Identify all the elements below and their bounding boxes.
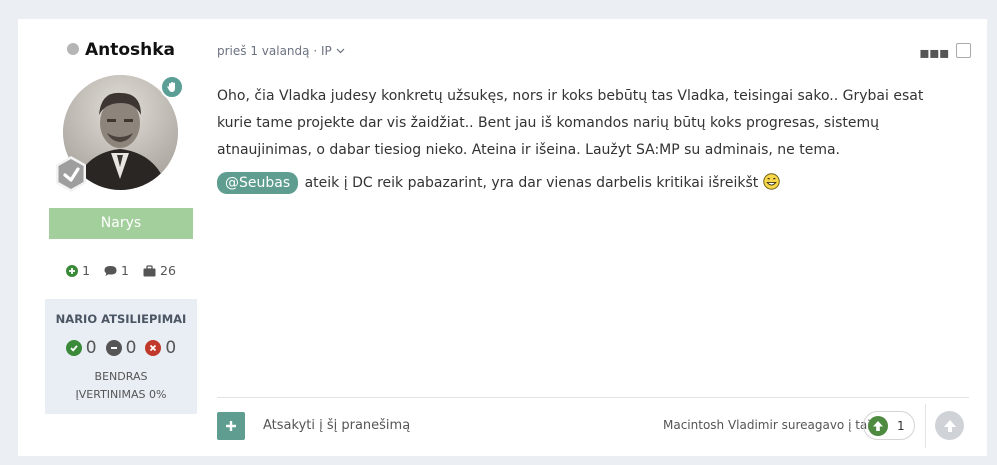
hand-icon: [160, 75, 184, 99]
comments-count: 1: [121, 263, 129, 278]
briefcase-icon: [143, 264, 156, 276]
author-name[interactable]: Antoshka: [85, 40, 175, 60]
member-feedback-panel: NARIO ATSILIEPIMAI 0 0 0 BENDRAS ĮVERTIN…: [45, 299, 197, 414]
content-divider: [217, 397, 969, 398]
overall-rating-line1: BENDRAS: [94, 370, 148, 383]
check-circle-icon: [65, 340, 82, 356]
quick-reply-button[interactable]: [217, 412, 245, 440]
plus-icon: [226, 421, 236, 431]
author-panel: Antoshka Narys 1 1 26 NARIO ATSILIEPIMAI…: [45, 19, 197, 456]
posts-stat: 26: [143, 263, 176, 278]
grin-emoji-icon: [763, 173, 780, 190]
ip-link[interactable]: · IP: [313, 44, 331, 58]
footer-separator: [925, 404, 926, 448]
overall-rating-line2: ĮVERTINIMAS 0%: [75, 388, 167, 401]
post-meta: prieš 1 valandą · IP: [217, 44, 345, 58]
neutral-count: 0: [125, 338, 137, 358]
online-status-dot: [66, 43, 79, 55]
upvote-icon: [868, 415, 888, 436]
reaction-count: 1: [897, 418, 905, 433]
scroll-to-top-button[interactable]: [935, 411, 964, 440]
feedback-title: NARIO ATSILIEPIMAI: [55, 312, 187, 326]
member-group-badge: Narys: [49, 208, 193, 239]
reply-to-post-link[interactable]: Atsakyti į šį pranešimą: [263, 418, 410, 433]
more-options-icon[interactable]: ▪▪▪: [919, 43, 950, 62]
arrow-up-icon: [943, 419, 956, 432]
reputation-stat: 1: [66, 263, 90, 278]
posts-count: 26: [160, 263, 176, 278]
reputation-count: 1: [82, 263, 91, 278]
avatar-wrap: [56, 75, 184, 192]
plus-circle-icon: [66, 264, 79, 277]
post-content: Oho, čia Vladka judesy konkretų užsukęs,…: [217, 83, 957, 203]
select-post-checkbox[interactable]: [956, 43, 971, 58]
rank-badge-icon: [52, 155, 90, 193]
post-paragraph: Oho, čia Vladka judesy konkretų užsukęs,…: [217, 88, 924, 158]
forum-post: Antoshka Narys 1 1 26 NARIO ATSILIEPIMAI…: [18, 19, 987, 456]
comment-icon: [104, 265, 117, 276]
reaction-button[interactable]: 1: [863, 411, 915, 440]
chevron-down-icon[interactable]: [336, 48, 345, 54]
comments-stat: 1: [104, 263, 129, 278]
user-mention[interactable]: @Seubas: [217, 172, 299, 194]
x-circle-icon: [145, 340, 162, 356]
minus-circle-icon: [105, 340, 122, 356]
reactions-summary[interactable]: Macintosh Vladimir sureagavo į tai: [663, 418, 871, 432]
overall-rating: BENDRAS ĮVERTINIMAS 0%: [45, 368, 197, 404]
positive-count: 0: [85, 338, 97, 358]
negative-count: 0: [165, 338, 177, 358]
feedback-counts: 0 0 0: [45, 338, 197, 358]
post-paragraph-text: ateik į DC reik pabazarint, yra dar vien…: [304, 175, 759, 191]
author-name-row: Antoshka: [45, 40, 197, 60]
author-stats: 1 1 26: [45, 263, 197, 278]
post-time[interactable]: prieš 1 valandą: [217, 44, 310, 58]
post-paragraph-2: @Seubas ateik į DC reik pabazarint, yra …: [217, 170, 957, 197]
